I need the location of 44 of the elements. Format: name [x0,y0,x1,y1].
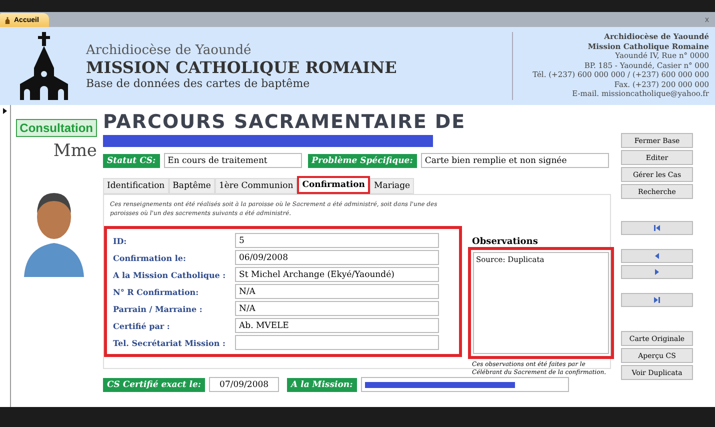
close-button[interactable]: x [705,15,709,24]
input-field[interactable]: St Michel Archange (Ekyé/Yaoundé) [235,267,439,282]
page-title: PARCOURS SACRAMENTAIRE DE [103,111,467,133]
input-field[interactable]: Ab. MVELE [235,318,439,333]
diocese-name: Archidiocèse de Yaoundé [86,42,252,58]
status-label: Problème Spécifique: [308,154,417,168]
input-field[interactable] [235,335,439,350]
input-field[interactable]: 06/09/2008 [235,250,439,265]
section-tab[interactable]: Identification [103,178,169,194]
nav-button[interactable] [621,249,693,263]
nav-button[interactable] [621,293,693,307]
status-field: Carte bien remplie et non signée [420,153,609,168]
status-label: Statut CS: [103,154,160,168]
status-field: En cours de traitement [164,153,302,168]
field-label: ID: [113,236,128,246]
observations-label: Observations [472,237,539,247]
footer-label: A la Mission: [287,378,357,392]
field-label: N° R Confirmation: [113,286,200,296]
field-label: Parrain / Marraine : [113,304,204,314]
right-arrow-icon [653,268,661,276]
field-label: Confirmation le: [113,252,187,262]
nav-button[interactable] [621,265,693,279]
database-subtitle: Base de données des cartes de baptême [86,76,311,90]
footer-label: CS Certifié exact le: [103,378,206,392]
mode-badge: Consultation [16,119,97,137]
nav-button[interactable] [621,221,693,235]
field-label: Tel. Secrétariat Mission : [113,338,226,348]
input-field[interactable]: 5 [235,233,439,248]
record-selector-icon[interactable] [2,107,8,115]
left-arrow-icon [653,252,661,260]
section-tab[interactable]: 1ère Communion [214,178,298,194]
date-field: 07/09/2008 [209,377,280,392]
right-arrow-icon [653,296,661,304]
input-field[interactable]: N/A [235,301,439,316]
left-arrow-icon [653,224,661,232]
mission-title: MISSION CATHOLIQUE ROMAINE [86,58,398,76]
salutation: Mme [53,141,97,161]
section-tab[interactable]: Mariage [370,178,414,194]
input-field[interactable]: N/A [235,284,439,299]
field-label: A la Mission Catholique : [113,270,227,280]
church-icon [4,16,11,24]
field-label: Certifié par : [113,320,171,330]
section-tab[interactable]: Confirmation [297,176,370,194]
section-tab[interactable]: Baptême [168,178,215,194]
